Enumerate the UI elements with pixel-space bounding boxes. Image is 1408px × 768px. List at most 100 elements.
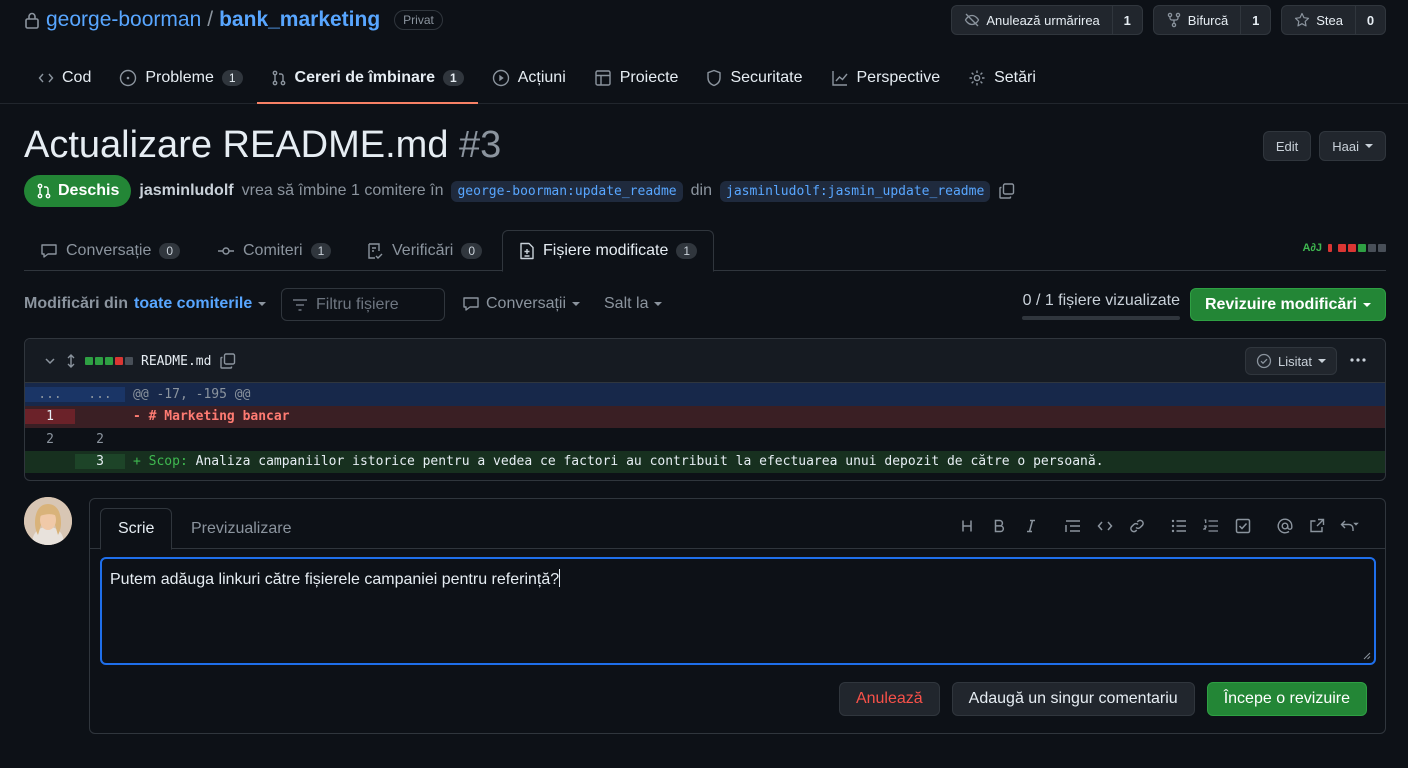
nav-insights[interactable]: Perspective bbox=[817, 58, 955, 98]
start-review-button[interactable]: Începe o revizuire bbox=[1206, 682, 1367, 716]
ordered-list-icon[interactable] bbox=[1195, 515, 1227, 537]
quote-icon[interactable] bbox=[1057, 515, 1089, 537]
repo-name-link[interactable]: bank_marketing bbox=[219, 8, 380, 32]
bold-icon[interactable] bbox=[983, 515, 1015, 537]
tab-checks[interactable]: Verificări 0 bbox=[350, 230, 498, 271]
new-line-number[interactable]: 3 bbox=[75, 454, 125, 470]
jump-to-dropdown[interactable]: Salt la bbox=[604, 288, 663, 320]
link-icon[interactable] bbox=[1121, 515, 1153, 537]
nav-projects[interactable]: Proiecte bbox=[580, 58, 693, 98]
edit-title-button[interactable]: Edit bbox=[1262, 131, 1312, 161]
status-label: Deschis bbox=[58, 182, 120, 199]
diffstat-square bbox=[115, 357, 123, 365]
context-line-row[interactable]: 2 2 bbox=[25, 428, 1385, 451]
page-title: Actualizare README.md #3 bbox=[24, 124, 501, 167]
nav-security[interactable]: Securitate bbox=[692, 58, 816, 98]
cancel-button[interactable]: Anulează bbox=[838, 682, 940, 716]
gear-icon bbox=[968, 69, 986, 87]
code-dropdown-button[interactable]: Haai bbox=[1319, 131, 1386, 161]
fork-button[interactable]: Bifurcă bbox=[1154, 6, 1240, 34]
diffstat-square bbox=[85, 357, 93, 365]
chevron-down-icon bbox=[572, 302, 581, 306]
expand-icon[interactable] bbox=[65, 353, 77, 369]
cancel-label: Anulează bbox=[855, 690, 923, 707]
graph-icon bbox=[831, 69, 849, 87]
jump-label: Salt la bbox=[604, 295, 649, 312]
nav-code[interactable]: Cod bbox=[24, 58, 105, 98]
added-line-row[interactable]: 3 + Scop: Analiza campaniilor istorice p… bbox=[25, 450, 1385, 473]
cross-reference-icon[interactable] bbox=[1301, 515, 1333, 537]
forks-count[interactable]: 1 bbox=[1240, 6, 1270, 34]
new-line-number[interactable]: ... bbox=[75, 386, 125, 402]
old-line-number[interactable]: 2 bbox=[25, 432, 75, 447]
kebab-icon[interactable] bbox=[1349, 351, 1367, 369]
repo-header: george-boorman / bank_marketing Privat A… bbox=[0, 0, 1408, 104]
nav-issues[interactable]: Probleme 1 bbox=[105, 58, 256, 98]
diffstat-square bbox=[1378, 244, 1386, 252]
unwatch-button[interactable]: Anulează urmărirea bbox=[952, 6, 1111, 34]
visibility-badge: Privat bbox=[394, 10, 443, 30]
hunk-header-row[interactable]: ... ... @@ -17, -195 @@ bbox=[25, 383, 1385, 406]
code-icon[interactable] bbox=[1089, 515, 1121, 537]
file-diff-icon bbox=[519, 242, 535, 260]
mention-icon[interactable] bbox=[1269, 515, 1301, 537]
hunk-header-text: @@ -17, -195 @@ bbox=[133, 386, 251, 402]
author-link[interactable]: jasminludolf bbox=[139, 182, 233, 200]
italic-icon[interactable] bbox=[1015, 515, 1047, 537]
tab-commits-count: 1 bbox=[310, 242, 332, 259]
undo-icon[interactable] bbox=[1333, 515, 1373, 537]
conversations-dropdown[interactable]: Conversații bbox=[462, 288, 581, 320]
diffstat-square bbox=[105, 357, 113, 365]
diffstat-square bbox=[1368, 244, 1376, 252]
deleted-line-row[interactable]: 1 - # Marketing bancar bbox=[25, 405, 1385, 428]
star-button[interactable]: Stea bbox=[1282, 6, 1355, 34]
diffstat-square bbox=[125, 357, 133, 365]
unordered-list-icon[interactable] bbox=[1163, 515, 1195, 537]
old-line-number[interactable]: 1 bbox=[25, 409, 75, 425]
add-single-comment-label: Adaugă un singur comentariu bbox=[968, 690, 1178, 707]
chevron-down-icon bbox=[1363, 302, 1371, 307]
tab-preview[interactable]: Previzualizare bbox=[174, 508, 308, 550]
task-list-icon[interactable] bbox=[1227, 515, 1259, 537]
files-viewed-progress bbox=[1022, 316, 1180, 320]
chevron-down-icon[interactable] bbox=[43, 354, 57, 368]
add-single-comment-button[interactable]: Adaugă un singur comentariu bbox=[951, 682, 1195, 716]
stars-count[interactable]: 0 bbox=[1355, 6, 1385, 34]
copy-icon[interactable] bbox=[219, 352, 237, 370]
resize-handle-icon[interactable] bbox=[1361, 650, 1371, 660]
diffstat: A∂J bbox=[1303, 242, 1386, 254]
nav-settings[interactable]: Setări bbox=[954, 58, 1050, 98]
base-branch[interactable]: george-boorman:update_readme bbox=[451, 180, 683, 202]
tab-files-changed[interactable]: Fișiere modificate 1 bbox=[502, 230, 715, 272]
nav-pull-requests[interactable]: Cereri de îmbinare 1 bbox=[256, 58, 478, 104]
tab-conversation[interactable]: Conversație 0 bbox=[24, 230, 196, 271]
comment-textarea[interactable]: Putem adăuga linkuri către fișierele cam… bbox=[100, 557, 1376, 665]
avatar[interactable] bbox=[24, 497, 72, 545]
changes-prefix: Modificări din bbox=[24, 295, 128, 312]
old-line-number[interactable]: ... bbox=[25, 386, 75, 402]
nav-security-label: Securitate bbox=[730, 69, 803, 86]
new-line-number[interactable]: 2 bbox=[75, 432, 125, 447]
tab-write[interactable]: Scrie bbox=[100, 508, 173, 550]
repo-owner-link[interactable]: george-boorman bbox=[46, 8, 201, 32]
tab-checks-count: 0 bbox=[461, 242, 483, 259]
check-circle-icon bbox=[1256, 353, 1272, 369]
status-badge: Deschis bbox=[24, 175, 132, 207]
viewed-label: Lisitat bbox=[1278, 353, 1312, 369]
head-branch[interactable]: jasminludolf:jasmin_update_readme bbox=[720, 180, 991, 202]
copy-icon[interactable] bbox=[998, 182, 1016, 200]
viewed-checkbox-button[interactable]: Lisitat bbox=[1245, 347, 1337, 375]
review-changes-button[interactable]: Revizuire modificări bbox=[1189, 288, 1386, 321]
comment-form-header: Scrie Previzualizare bbox=[90, 499, 1385, 550]
file-name-link[interactable]: README.md bbox=[141, 354, 211, 369]
pr-number: #3 bbox=[459, 124, 502, 166]
file-filter-input[interactable]: Filtru fișiere bbox=[281, 288, 445, 321]
tab-commits[interactable]: Comiteri 1 bbox=[201, 230, 347, 271]
heading-icon[interactable] bbox=[951, 515, 983, 537]
tab-commits-label: Comiteri bbox=[243, 241, 303, 259]
nav-actions[interactable]: Acțiuni bbox=[478, 58, 580, 98]
diffstat-marker bbox=[1328, 244, 1332, 252]
changes-from-dropdown[interactable]: Modificări din toate comiterile bbox=[24, 288, 267, 320]
unwatch-label: Anulează urmărirea bbox=[986, 12, 1100, 28]
watchers-count[interactable]: 1 bbox=[1111, 6, 1142, 34]
